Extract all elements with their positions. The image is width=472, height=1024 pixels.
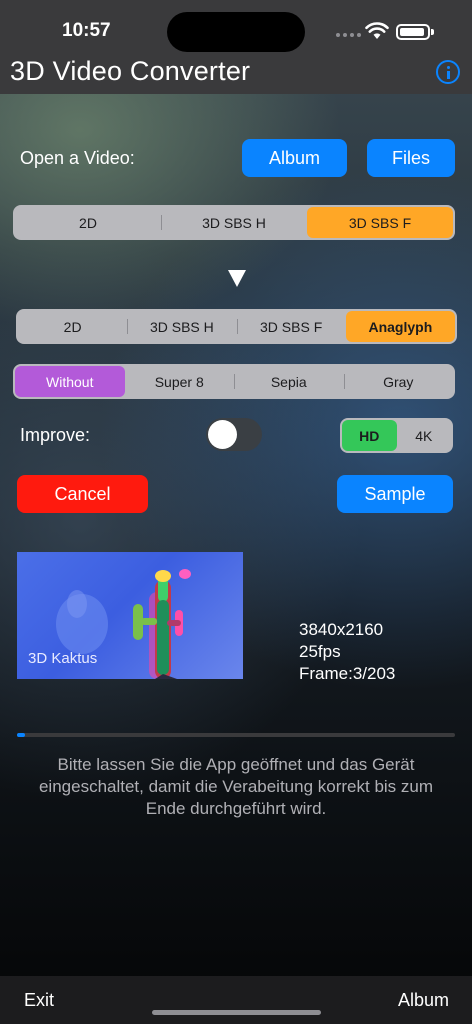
open-video-label: Open a Video: [20,148,135,168]
dynamic-island [167,12,305,52]
home-indicator [152,1010,321,1015]
files-button[interactable]: Files [367,139,455,177]
output-format-option[interactable]: 3D SBS H [127,311,236,342]
cancel-button[interactable]: Cancel [17,475,148,513]
bottom-toolbar: Exit Album [0,976,472,1024]
input-format-option[interactable]: 2D [15,207,161,238]
filter-option[interactable]: Gray [343,366,454,397]
video-frame: Frame:3/203 [299,664,396,683]
video-fps: 25fps [299,642,341,661]
info-icon[interactable] [436,60,460,84]
filter-option-selected[interactable]: Without [15,366,125,397]
album-button[interactable]: Album [242,139,347,177]
resolution-control: HD 4K [340,418,453,453]
output-format-option-selected[interactable]: Anaglyph [345,311,455,342]
battery-icon [396,24,434,40]
exit-button[interactable]: Exit [24,990,54,1011]
nav-bar: 3D Video Converter [0,54,472,94]
page-title: 3D Video Converter [10,56,251,86]
processing-message: Bitte lassen Sie die App geöffnet und da… [38,755,434,818]
progress-bar [17,733,455,737]
toggle-knob [208,420,237,449]
video-resolution: 3840x2160 [299,620,384,639]
improve-label: Improve: [20,425,91,445]
filter-control: Without Super 8 Sepia Gray [13,364,455,399]
resolution-option-selected[interactable]: HD [342,420,397,451]
filter-option[interactable]: Super 8 [125,366,235,397]
status-bar: 10:57 [0,0,472,54]
input-format-control: 2D 3D SBS H 3D SBS F [13,205,455,240]
progress-fill [17,733,25,737]
output-format-option[interactable]: 3D SBS F [236,311,346,342]
input-format-option[interactable]: 3D SBS H [161,207,307,238]
preview-caption: 3D Kaktus [28,650,98,667]
album-toolbar-button[interactable]: Album [398,990,449,1011]
improve-toggle[interactable] [206,418,262,451]
video-preview: 3D Kaktus [17,552,243,679]
output-format-control: 2D 3D SBS H 3D SBS F Anaglyph [16,309,457,344]
status-time: 10:57 [62,20,111,41]
resolution-option[interactable]: 4K [397,420,452,451]
output-format-option[interactable]: 2D [18,311,127,342]
down-arrow-icon [228,270,246,287]
wifi-icon [365,22,389,39]
sample-button[interactable]: Sample [337,475,453,513]
input-format-option-selected[interactable]: 3D SBS F [307,207,453,238]
cellular-signal-icon [336,33,361,37]
filter-option[interactable]: Sepia [234,366,344,397]
